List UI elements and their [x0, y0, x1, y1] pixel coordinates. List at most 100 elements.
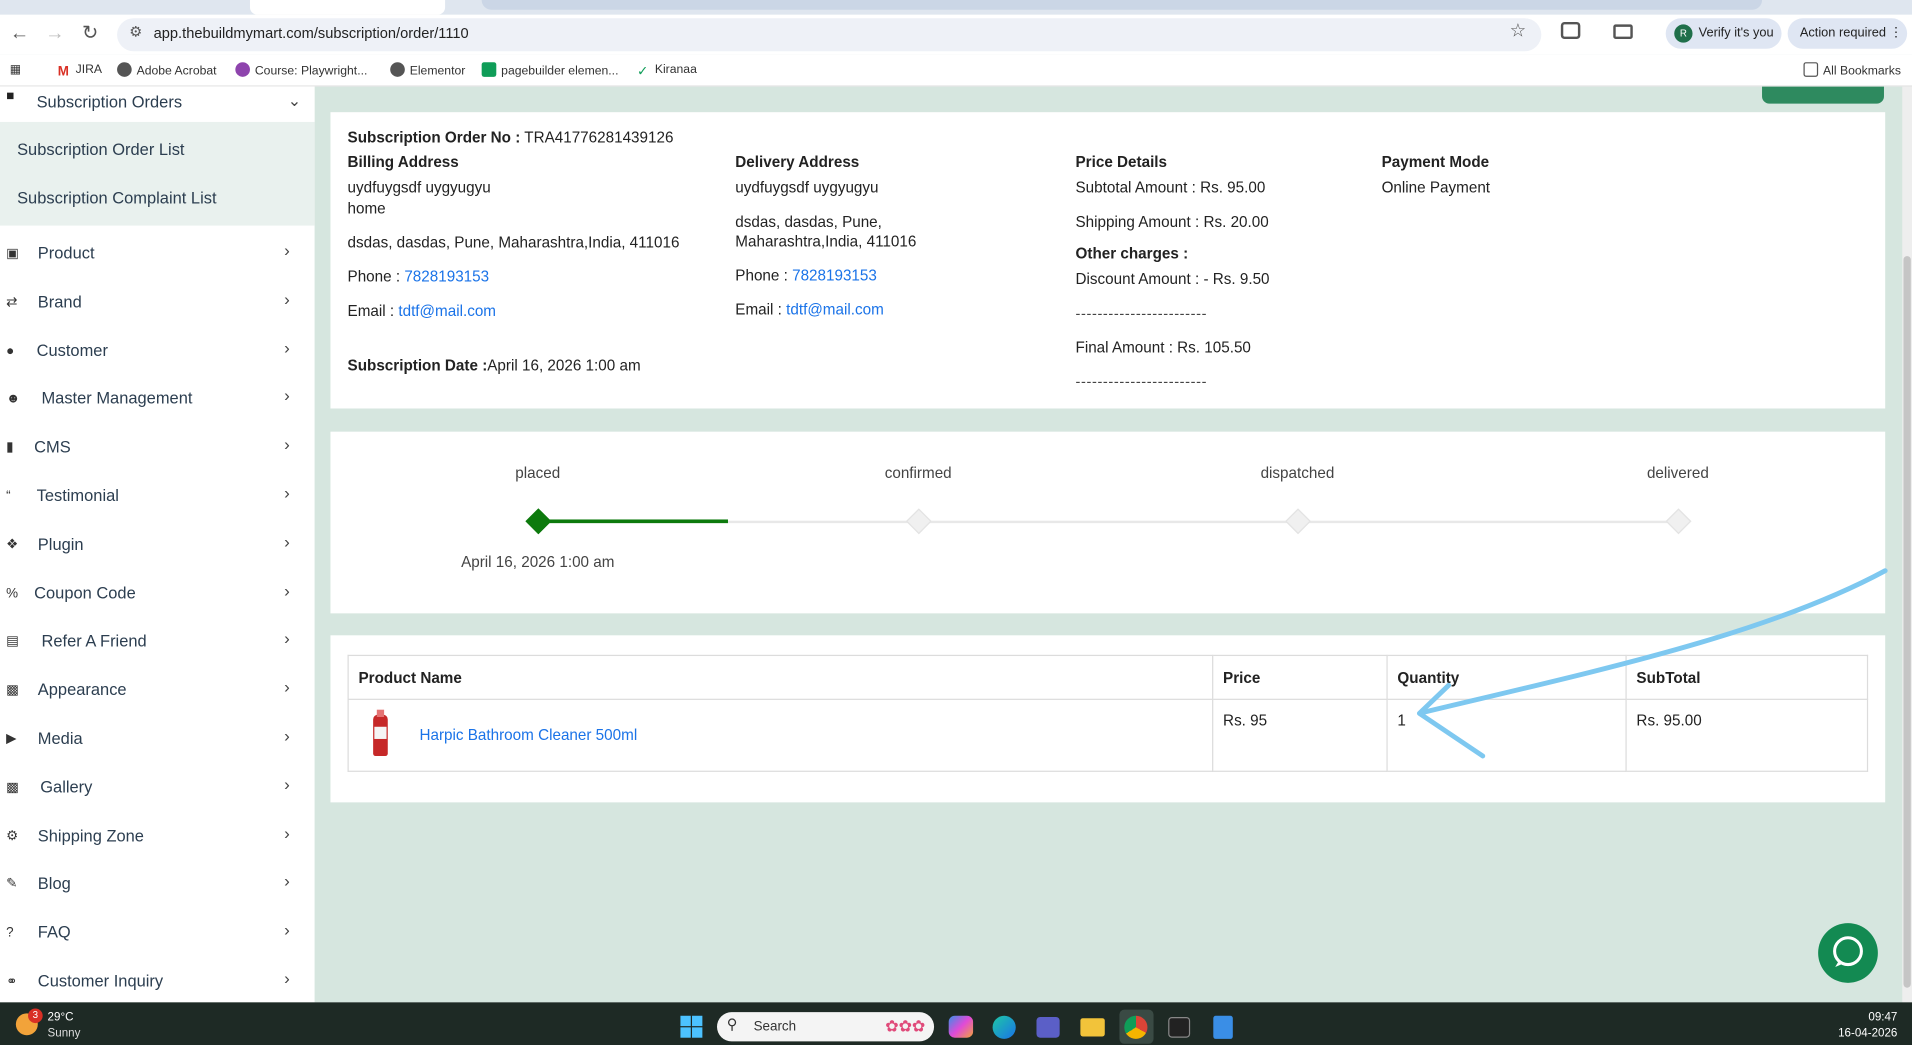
sidebar-item-customer[interactable]: ● Customer ›	[0, 336, 315, 373]
subscription-date-label: Subscription Date :	[347, 357, 488, 375]
active-tab[interactable]	[249, 0, 446, 15]
windows-start-icon[interactable]	[679, 1015, 703, 1039]
forward-icon[interactable]: →	[41, 21, 68, 48]
sidebar-item-blog[interactable]: ✎ Blog ›	[0, 870, 315, 907]
chat-button[interactable]	[1818, 923, 1878, 983]
billing-phone-link[interactable]: 7828193153	[404, 268, 489, 285]
price-title: Price Details	[1075, 153, 1168, 171]
sidebar-item-customer-inquiry[interactable]: ⚭ Customer Inquiry ›	[0, 967, 315, 1004]
bookmark-elementor[interactable]: Elementor	[390, 62, 465, 79]
product-thumbnail[interactable]	[373, 709, 388, 757]
sidebar-section-subscription-orders[interactable]: ■ Subscription Orders ⌄	[0, 86, 315, 122]
reload-icon[interactable]: ↻	[77, 21, 104, 48]
globe-icon	[117, 62, 132, 77]
file-explorer-icon[interactable]	[1080, 1018, 1105, 1037]
sidebar-item-testimonial[interactable]: “ Testimonial ›	[0, 482, 315, 519]
site-info-icon[interactable]: ⚙	[129, 23, 142, 40]
bottle-cap	[376, 709, 385, 718]
delivery-address-line1: dsdas, dasdas, Pune,	[735, 213, 882, 231]
chat-bubble-icon	[1833, 936, 1863, 967]
bookmark-jira[interactable]: M JIRA	[56, 62, 102, 79]
apps-grid-icon[interactable]: ▦	[10, 62, 22, 79]
all-bookmarks[interactable]: All Bookmarks	[1803, 62, 1901, 79]
taskbar-search-box[interactable]: ⚲ Search ✿✿✿	[717, 1012, 935, 1042]
box-icon: ▣	[6, 246, 19, 261]
chevron-right-icon: ›	[284, 385, 290, 406]
sidebar-subitem-order-list[interactable]: Subscription Order List	[17, 140, 184, 158]
billing-phone-row: Phone : 7828193153	[348, 268, 490, 285]
shipping-amount: Shipping Amount : Rs. 20.00	[1075, 213, 1269, 231]
sidebar-item-master-management[interactable]: ☻ Master Management ›	[0, 385, 315, 422]
sidebar-item-refer-a-friend[interactable]: ▤ Refer A Friend ›	[0, 627, 315, 664]
back-icon[interactable]: ←	[6, 21, 33, 48]
price-separator: ------------------------	[1075, 304, 1208, 322]
sidebar-item-shipping-zone[interactable]: ⚙ Shipping Zone ›	[0, 821, 315, 858]
price-cell: Rs. 95	[1212, 698, 1388, 772]
sidebar-item-appearance[interactable]: ▩ Appearance ›	[0, 676, 315, 713]
sidebar-item-label: Refer A Friend	[41, 632, 147, 651]
order-number-row: Subscription Order No : TRA4177628143912…	[348, 129, 674, 146]
sidebar-item-label: Customer	[36, 340, 108, 360]
sidebar-item-cms[interactable]: ▮ CMS ›	[0, 433, 315, 470]
tracker-progress	[537, 519, 728, 524]
sidebar-item-brand[interactable]: ⇄ Brand ›	[0, 288, 315, 325]
chevron-right-icon: ›	[284, 628, 290, 648]
sidebar-item-faq[interactable]: ? FAQ ›	[0, 918, 315, 955]
inactive-tab[interactable]	[481, 0, 1763, 10]
product-name-link[interactable]: Harpic Bathroom Cleaner 500ml	[419, 727, 637, 744]
action-required-chip[interactable]: Action required ⋮	[1787, 18, 1908, 49]
sidebar-item-label: CMS	[34, 437, 71, 457]
delivery-email-link[interactable]: tdtf@mail.com	[786, 301, 884, 318]
bookmark-pagebuilder[interactable]: pagebuilder elemen...	[481, 62, 618, 79]
copilot-icon[interactable]	[948, 1015, 974, 1038]
bookmark-kiranaa[interactable]: ✓ Kiranaa	[635, 62, 697, 79]
delivery-phone-row: Phone : 7828193153	[735, 267, 877, 284]
bottle-label	[374, 726, 387, 739]
sidebar-item-media[interactable]: ▶ Media ›	[0, 724, 315, 761]
action-button[interactable]	[1762, 86, 1884, 104]
chrome-icon[interactable]	[1124, 1015, 1148, 1039]
cast-icon[interactable]	[1613, 24, 1633, 40]
sidebar-item-label: FAQ	[37, 923, 71, 942]
arrow-shaft	[1421, 568, 1888, 715]
sidebar-item-label: Coupon Code	[34, 583, 136, 602]
sidebar-item-label: Appearance	[37, 680, 127, 699]
folder-icon	[1803, 62, 1819, 77]
puzzle-icon: ❖	[6, 537, 19, 553]
price-separator: ------------------------	[1075, 373, 1208, 391]
bookmark-adobe-acrobat[interactable]: Adobe Acrobat	[117, 62, 217, 79]
notepad-icon[interactable]	[1213, 1015, 1233, 1039]
images-icon: ▩	[6, 780, 19, 795]
stage-label-delivered: delivered	[1646, 464, 1709, 482]
delivery-phone-link[interactable]: 7828193153	[792, 267, 877, 284]
delivery-address-line2: Maharashtra,India, 411016	[735, 232, 917, 250]
bookmark-course[interactable]: Course: Playwright...	[235, 62, 367, 79]
annotation-arrow	[1416, 568, 1888, 759]
discount-amount: Discount Amount : - Rs. 9.50	[1075, 270, 1270, 288]
sidebar-item-plugin[interactable]: ❖ Plugin ›	[0, 530, 315, 567]
sidebar-subitem-complaint-list[interactable]: Subscription Complaint List	[17, 189, 216, 207]
tulips-icon: ✿✿✿	[885, 1016, 926, 1036]
sidebar-item-coupon-code[interactable]: % Coupon Code ›	[0, 579, 315, 616]
clock-date: 16-04-2026	[1838, 1026, 1898, 1041]
teams-icon[interactable]	[1036, 1016, 1060, 1038]
search-icon: ⚲	[726, 1015, 738, 1033]
url-text[interactable]: app.thebuildmymart.com/subscription/orde…	[154, 24, 469, 41]
header-price: Price	[1212, 654, 1388, 700]
sidebar-item-product[interactable]: ▣ Product ›	[0, 239, 315, 276]
extensions-icon[interactable]	[1560, 21, 1581, 40]
chevron-right-icon: ›	[284, 434, 290, 454]
action-label: Action required	[1799, 25, 1886, 41]
course-icon	[235, 62, 250, 77]
billing-email-link[interactable]: tdtf@mail.com	[398, 302, 496, 319]
app-icon[interactable]	[1168, 1016, 1191, 1038]
order-number: TRA41776281439126	[524, 129, 674, 147]
verify-label: Verify it's you	[1698, 25, 1774, 41]
sidebar-item-gallery[interactable]: ▩ Gallery ›	[0, 773, 315, 810]
chevron-right-icon: ›	[284, 919, 290, 940]
chevron-right-icon: ›	[284, 579, 290, 600]
bookmark-star-icon[interactable]: ☆	[1510, 20, 1526, 42]
scrollbar-thumb[interactable]	[1903, 256, 1911, 988]
bag-icon: ■	[6, 89, 15, 104]
edge-icon[interactable]	[992, 1015, 1016, 1039]
